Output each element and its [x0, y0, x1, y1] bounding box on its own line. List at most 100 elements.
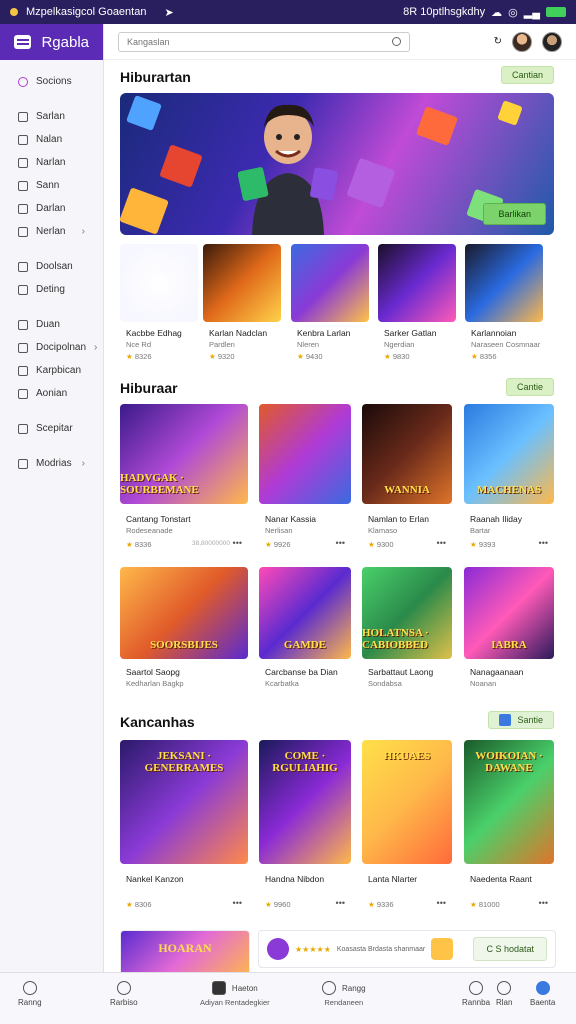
refresh-icon[interactable]: ↻	[494, 36, 502, 47]
rating-value: 9336	[376, 900, 394, 909]
bottom-nav-item[interactable]: Rarbiso	[110, 981, 138, 1007]
sidebar-item-9[interactable]: Deting	[0, 278, 103, 301]
brand-header[interactable]: Rgabla	[0, 24, 103, 60]
game-card[interactable]: HADVGAK · SOURBEMANE Cantang Tonstart Rode…	[120, 404, 248, 554]
tile-subtitle: Nleren	[297, 340, 320, 349]
partial-card[interactable]: HOARAN	[120, 930, 250, 972]
featured-tile[interactable]: Karlannoian Naraseen Cosmnaar ★ 8356	[465, 244, 545, 364]
profile-avatar[interactable]	[542, 31, 562, 52]
bottom-nav-item[interactable]: Rlan	[496, 981, 512, 1007]
bottom-nav-item[interactable]: Rangg Rendaneen	[322, 981, 366, 1007]
popular-card-artwork: COME · RGULIAHIG	[259, 740, 351, 864]
section2-pill-button[interactable]: Cantie	[505, 378, 554, 396]
top-bar: ↻	[104, 24, 576, 60]
sidebar-item-1[interactable]: Socions	[0, 70, 103, 93]
featured-tile[interactable]: Kacbbe Edhag Nce Rd ★ 8326	[120, 244, 200, 364]
bottom-nav-item[interactable]: Haeton Adiyan Rentadegkier	[200, 981, 270, 1007]
bottom-nav-item[interactable]: Ranng	[18, 981, 42, 1007]
bottom-nav-sublabel: Rendaneen	[324, 998, 364, 1007]
search-box[interactable]	[118, 31, 410, 52]
featured-tile[interactable]: Karlan Nadclan Pardlen ★ 9320	[203, 244, 283, 364]
sidebar-item-5[interactable]: Sann	[0, 174, 103, 197]
hero-banner[interactable]: Barlikan	[120, 93, 554, 235]
main-content: Hiburartan Cantian Barlikan Kacbbe Edhag…	[104, 60, 576, 972]
game-card[interactable]: GAMDE Carcbanse ba Dian Kcarbatka	[259, 567, 351, 697]
game-card[interactable]: SOORSBIJES Saartol Saopg Kedharlan Bagkp	[120, 567, 248, 697]
popular-card[interactable]: JEKSANI · GENERRAMES Nankel Kanzon ★ 8306 •…	[120, 740, 248, 915]
sidebar-item-10[interactable]: Duan	[0, 313, 103, 336]
bottom-nav-icon-row	[469, 981, 484, 995]
more-options-icon[interactable]: •••	[437, 538, 446, 548]
sidebar-item-label: Nalan	[36, 134, 63, 145]
search-input[interactable]	[127, 36, 392, 47]
bottom-nav-icon-row	[116, 981, 131, 995]
section3-pill-button[interactable]: Santie	[488, 711, 554, 729]
featured-tile[interactable]: Kenbra Larlan Nleren ★ 9430	[291, 244, 371, 364]
more-options-icon[interactable]: •••	[336, 538, 345, 548]
sidebar-item-13[interactable]: Aonian	[0, 382, 103, 405]
square-icon	[18, 226, 28, 237]
promo-row[interactable]: ★★★★★ Koasasta Brdasta shanmaar C S hoda…	[258, 930, 556, 968]
sidebar-item-3[interactable]: Nalan	[0, 128, 103, 151]
tile-artwork	[465, 244, 543, 322]
more-options-icon[interactable]: •••	[539, 898, 548, 908]
hero-cta-button[interactable]: Barlikan	[483, 203, 546, 225]
rating-value: 9430	[305, 352, 323, 361]
sidebar-nav: Socions Sarlan Nalan Narlan Sann Darlan Nerlan…	[0, 60, 103, 475]
bottom-nav-item[interactable]: Baenta	[530, 981, 555, 1007]
game-card-title: Nanagaanaan	[470, 667, 524, 677]
chevron-right-icon: ›	[81, 226, 85, 237]
bell-icon	[116, 981, 131, 995]
sidebar-item-15[interactable]: Modrias ›	[0, 452, 103, 475]
sidebar-item-6[interactable]: Darlan	[0, 197, 103, 220]
search-icon[interactable]	[392, 37, 401, 46]
game-card-artwork: IABRA	[464, 567, 554, 659]
popular-card[interactable]: WOIKOIAN · DAWANE Naedenta Raant ★ 81000 ••…	[464, 740, 554, 915]
featured-tile[interactable]: Sarker Gatlan Ngerdian ★ 9830	[378, 244, 458, 364]
rating-value: 8356	[479, 352, 497, 361]
section1-pill-button[interactable]: Cantian	[500, 66, 554, 84]
bottom-nav-sublabel: Adiyan Rentadegkier	[200, 998, 270, 1007]
grid-icon	[211, 981, 226, 995]
more-options-icon[interactable]: •••	[233, 898, 242, 908]
sidebar-item-14[interactable]: Scepitar	[0, 417, 103, 440]
bottom-nav-item[interactable]: Rannba	[462, 981, 490, 1007]
game-card[interactable]: HOLATNSA · CABIOBBED Sarbattaut Laong Sond…	[362, 567, 452, 697]
avatar[interactable]	[512, 31, 532, 52]
sidebar-item-4[interactable]: Narlan	[0, 151, 103, 174]
rating-value: 8326	[134, 352, 152, 361]
sidebar-item-7[interactable]: Nerlan ›	[0, 220, 103, 243]
game-card-artwork: SOORSBIJES	[120, 567, 248, 659]
home-icon	[22, 981, 37, 995]
game-card[interactable]: MACHENAS Raanah Iliday Bartar ★ 9393 •••	[464, 404, 554, 554]
game-card[interactable]: Nanar Kassia Nerlisan ★ 9926 •••	[259, 404, 351, 554]
sidebar-item-2[interactable]: Sarlan	[0, 105, 103, 128]
tile-subtitle: Pardlen	[209, 340, 235, 349]
square-icon	[18, 261, 28, 272]
promo-button[interactable]: C S hodatat	[473, 937, 547, 961]
sidebar-item-label: Modrias	[36, 458, 72, 469]
popular-card[interactable]: HKUAES Lanta Nlarter ★ 9336 •••	[362, 740, 452, 915]
more-options-icon[interactable]: •••	[437, 898, 446, 908]
more-options-icon[interactable]: •••	[336, 898, 345, 908]
sidebar-item-11[interactable]: Docipolnan ›	[0, 336, 103, 359]
tile-artwork	[120, 244, 198, 322]
game-card[interactable]: WANNIA Namlan to Erlan Klamaso ★ 9300 •••	[362, 404, 452, 554]
game-card[interactable]: IABRA Nanagaanaan Noanan	[464, 567, 554, 697]
tile-title: Sarker Gatlan	[384, 328, 437, 338]
game-card-subtitle: Kcarbatka	[265, 679, 299, 688]
sidebar-item-8[interactable]: Doolsan	[0, 255, 103, 278]
sidebar-item-label: Scepitar	[36, 423, 73, 434]
game-card-artwork: HOLATNSA · CABIOBBED	[362, 567, 452, 659]
artwork-title: HKUAES	[383, 750, 431, 762]
more-options-icon[interactable]: •••	[233, 538, 242, 548]
share-icon	[499, 714, 512, 726]
popular-card[interactable]: COME · RGULIAHIG Handna Nibdon ★ 9960 •••	[259, 740, 351, 915]
artwork-title: WOIKOIAN · DAWANE	[475, 750, 543, 774]
play-icon	[497, 981, 512, 995]
more-options-icon[interactable]: •••	[539, 538, 548, 548]
sidebar-item-12[interactable]: Karpbican	[0, 359, 103, 382]
star-icon: ★	[470, 540, 479, 549]
menu-icon[interactable]	[14, 35, 32, 49]
star-icon: ★	[368, 900, 377, 909]
